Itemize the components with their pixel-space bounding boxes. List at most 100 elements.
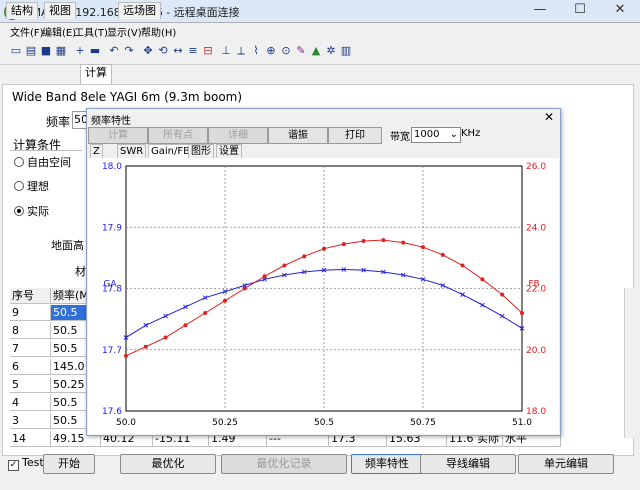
close-icon[interactable]: ✕ (544, 110, 554, 124)
frequency-response-dialog: 频率特性 ✕ 计算 所有点 详细 谐振 打印 带宽 1000 ⌄ KHz Z SW… (86, 108, 561, 436)
data-point-fb (322, 246, 326, 251)
table-cell: 9 (10, 305, 51, 321)
source-icon[interactable]: ⟂ (235, 44, 247, 57)
optimize-button[interactable]: 最优化 (120, 454, 216, 474)
pattern-icon[interactable]: ✎ (295, 44, 307, 57)
rotate-icon[interactable]: ⟲ (157, 44, 169, 57)
maximize-button[interactable]: ☐ (560, 0, 600, 20)
menu-view[interactable]: 显示(V) (107, 24, 142, 39)
data-point-fb (460, 263, 465, 268)
data-point-fb (440, 252, 445, 257)
tab-calculate[interactable]: 计算 (80, 64, 112, 84)
bandwidth-select[interactable]: 1000 ⌄ (411, 127, 461, 143)
stretch-icon[interactable]: ↔ (172, 44, 184, 57)
dlg-tab-gainfb[interactable]: Gain/FB (148, 144, 193, 158)
data-point-fb (163, 335, 168, 340)
test-checkbox[interactable]: ✓ Test (8, 456, 44, 471)
close-button[interactable]: ✕ (600, 0, 640, 20)
y-right-tick-label: 26.0 (526, 162, 546, 172)
table-cell: 8 (10, 323, 51, 339)
element-icon[interactable]: ⊟ (202, 44, 214, 57)
details-button[interactable]: 详细 (208, 127, 268, 144)
menu-help[interactable]: 帮助(H) (141, 24, 176, 39)
table-scrollbar[interactable] (624, 288, 637, 438)
resonance-button[interactable]: 谐振 (268, 127, 328, 144)
radio-real[interactable]: 实际 (14, 203, 49, 219)
data-point-fb (421, 245, 425, 250)
calculator-icon[interactable]: ▥ (340, 44, 352, 57)
table-cell: 6 (10, 359, 51, 375)
chevron-down-icon: ⌄ (449, 129, 458, 140)
optimize-log-button[interactable]: 最优化记录 (221, 454, 347, 474)
align-icon[interactable]: ≡ (187, 44, 199, 57)
y-left-tick-label: 17.6 (102, 407, 122, 417)
add-icon[interactable]: + (74, 44, 86, 57)
right-axis-label: FB (528, 280, 539, 290)
table-cell: 3 (10, 413, 51, 429)
load-icon[interactable]: ⌇ (250, 44, 262, 57)
y-left-tick-label: 17.7 (102, 346, 122, 356)
calc-button[interactable]: 计算 (88, 127, 148, 144)
frequency-response-button[interactable]: 频率特性 (351, 454, 423, 474)
data-point-fb (401, 240, 406, 245)
target-icon[interactable]: ⊕ (265, 44, 277, 57)
y-right-tick-label: 18.0 (526, 407, 546, 417)
project-title: Wide Band 8ele YAGI 6m (9.3m boom) (12, 90, 243, 104)
data-point-fb (361, 239, 366, 244)
start-button[interactable]: 开始 (43, 454, 95, 474)
freq-label: 频率 (46, 115, 71, 129)
table-cell: 14 (10, 431, 51, 447)
dlg-tab-settings[interactable]: 设置 (216, 144, 242, 158)
move-icon[interactable]: ✥ (142, 44, 154, 57)
radio-free-space[interactable]: 自由空间 (14, 154, 71, 170)
tab-structure[interactable]: 结构 (6, 2, 38, 19)
data-point-fb (124, 353, 128, 358)
menu-edit[interactable]: 编辑(E) (42, 24, 76, 39)
ground-height-label: 地面高 (51, 239, 84, 252)
print-button[interactable]: 打印 (328, 127, 382, 144)
redo-icon[interactable]: ↷ (123, 44, 135, 57)
radio-perfect[interactable]: 理想 (14, 178, 49, 194)
dialog-title: 频率特性 (91, 116, 131, 127)
radio-icon (14, 181, 24, 191)
data-point-fb (143, 344, 148, 349)
element-edit-button[interactable]: 单元编辑 (518, 454, 614, 474)
gain-fb-chart: 50.0 50.25 50.5 50.75 51.017.617.717.817.918… (88, 158, 559, 434)
wire-icon[interactable]: ⊥ (220, 44, 232, 57)
dlg-tab-graph[interactable]: 图形 (188, 144, 214, 158)
bandwidth-label: 带宽 (390, 132, 410, 143)
data-point-fb (302, 254, 307, 259)
print-icon[interactable]: ▦ (55, 44, 67, 57)
settings-icon[interactable]: ✲ (325, 44, 337, 57)
x-tick-label: 50.25 (212, 418, 238, 428)
table-cell: 5 (10, 377, 51, 393)
tab-farfield[interactable]: 远场图 (118, 2, 161, 19)
menu-bar: 文件(F) 编辑(E) 工具(T) 显示(V) 帮助(H) (0, 23, 640, 39)
x-tick-label: 51.0 (512, 418, 532, 428)
data-point-fb (242, 286, 247, 291)
new-file-icon[interactable]: ▭ (10, 44, 22, 57)
table-cell: 4 (10, 395, 51, 411)
data-point-fb (183, 323, 188, 328)
data-point-fb (223, 298, 227, 303)
dlg-tab-swr[interactable]: SWR (117, 144, 147, 158)
all-points-button[interactable]: 所有点 (148, 127, 208, 144)
data-point-fb (262, 274, 267, 279)
open-folder-icon[interactable]: ▤ (25, 44, 37, 57)
y-right-tick-label: 20.0 (526, 346, 546, 356)
wire-edit-button[interactable]: 导线编辑 (420, 454, 516, 474)
menu-file[interactable]: 文件(F) (10, 24, 44, 39)
menu-tools[interactable]: 工具(T) (74, 24, 108, 39)
save-icon[interactable]: ■ (40, 44, 52, 57)
delete-icon[interactable]: ▬ (89, 44, 101, 57)
y-left-tick-label: 18.0 (102, 162, 122, 172)
minimize-button[interactable]: — (520, 0, 560, 20)
undo-icon[interactable]: ↶ (108, 44, 120, 57)
data-point-fb (480, 277, 485, 282)
color-icon[interactable]: ▲ (310, 44, 322, 57)
x-tick-label: 50.5 (314, 418, 334, 428)
dlg-tab-z[interactable]: Z (90, 144, 103, 158)
table-header-cell: 序号 (10, 288, 51, 304)
center-icon[interactable]: ⊙ (280, 44, 292, 57)
tab-view[interactable]: 视图 (44, 2, 76, 19)
